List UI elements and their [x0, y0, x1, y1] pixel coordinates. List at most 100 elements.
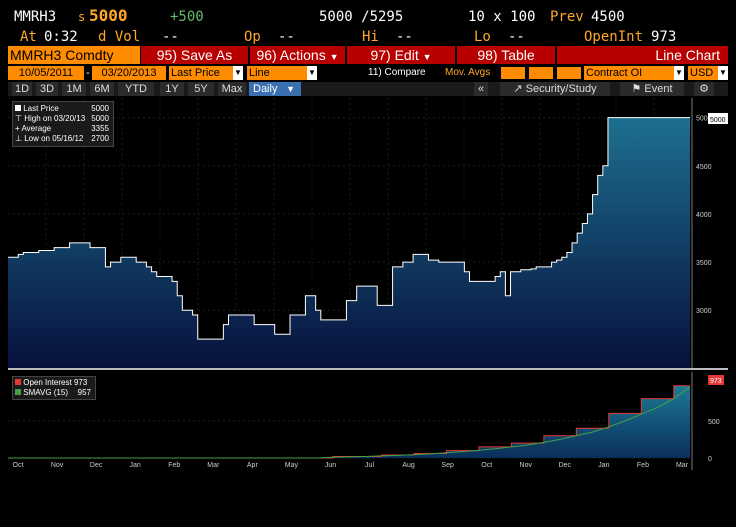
mov-avg-input-1[interactable] [501, 67, 525, 79]
start-date-field[interactable]: 10/05/2011 [8, 66, 84, 80]
price-change: +500 [170, 9, 204, 25]
date-separator: - [86, 67, 90, 79]
legend-row: SMAVG (15) 957 [15, 388, 93, 398]
compare-button[interactable]: 11) Compare [368, 66, 426, 80]
event-button[interactable]: ⚑ Event [620, 82, 684, 96]
security-study-button[interactable]: ↗ Security/Study [500, 82, 610, 96]
mov-avg-input-2[interactable] [529, 67, 553, 79]
x-tick-label: Feb [637, 462, 649, 469]
openint-label: OpenInt [584, 29, 644, 45]
x-tick-label: Mar [207, 462, 220, 469]
low-marker-icon: ⊥ [15, 134, 22, 143]
time-value: 0:32 [44, 29, 78, 45]
settings-button[interactable]: ⚙ [694, 82, 714, 96]
y-tick-label: 4500 [696, 164, 712, 171]
save-as-button[interactable]: 95) Save As [141, 46, 248, 64]
edit-button[interactable]: 97) Edit ▼ [347, 46, 455, 64]
legend-swatch [15, 379, 21, 385]
oi-last-tag-label: 973 [710, 378, 722, 385]
x-tick-label: Sep [441, 462, 454, 469]
table-label: 98) Table [477, 47, 535, 63]
range-1y-button[interactable]: 1Y [160, 82, 184, 96]
x-tick-label: May [285, 462, 299, 469]
dropdown-icon: ▼ [233, 66, 243, 80]
legend-label: Low on 05/16/12 [24, 134, 84, 143]
currency-label: USD [690, 67, 714, 79]
period-label: Daily [253, 83, 278, 95]
y-tick-label: 3500 [696, 260, 712, 267]
x-tick-label: Jun [325, 462, 336, 469]
x-tick-label: Dec [90, 462, 103, 469]
legend-value: 2700 [91, 134, 109, 143]
high-value: -- [396, 29, 413, 45]
lower-field-select[interactable]: Contract OI ▼ [584, 66, 684, 80]
dropdown-icon: ▼ [286, 84, 295, 94]
legend-row: Last Price 5000 [15, 104, 111, 114]
y-tick-label: 3000 [696, 308, 712, 315]
low-value: -- [508, 29, 525, 45]
chart-title: Line Chart [655, 47, 720, 63]
range-3d-button[interactable]: 3D [36, 82, 58, 96]
legend-value: 973 [73, 378, 88, 387]
prev-value: 4500 [591, 9, 625, 25]
footer-line-3 [14, 505, 26, 527]
flag-icon: ⚑ [631, 83, 642, 95]
lower-field-label: Contract OI [586, 67, 643, 79]
range-6m-button[interactable]: 6M [90, 82, 114, 96]
range-1d-button[interactable]: 1D [12, 82, 32, 96]
range-1m-button[interactable]: 1M [62, 82, 86, 96]
last-price: 5000 [89, 6, 128, 25]
average-marker-icon: + [15, 124, 20, 133]
last-price-tag: 5000 [708, 113, 728, 124]
legend-value: 5000 [91, 114, 109, 123]
save-as-label: 95) Save As [156, 47, 233, 63]
security-label: MMRH3 Comdty [10, 47, 114, 63]
dropdown-icon: ▼ [307, 66, 317, 80]
event-label: Event [644, 83, 673, 95]
legend-value: 5000 [91, 104, 109, 113]
actions-button[interactable]: 96) Actions ▼ [250, 46, 345, 64]
legend-label: SMAVG (15) [23, 388, 68, 397]
double-chevron-left-icon: « [477, 83, 485, 95]
security-study-label: Security/Study [525, 83, 597, 95]
x-tick-label: Nov [51, 462, 64, 469]
x-tick-label: Jul [365, 462, 374, 469]
bid-ask-size: 10 x 100 [468, 9, 536, 25]
open-interest-chart[interactable]: 500 0 973 Oct Nov Dec Jan Feb Mar Apr May Jun Jul A… [8, 372, 728, 470]
range-ytd-button[interactable]: YTD [118, 82, 154, 96]
legend-row: Open Interest 973 [15, 378, 93, 388]
x-tick-label: Oct [13, 462, 24, 469]
x-tick-label: Mar [676, 462, 689, 469]
currency-select[interactable]: USD ▼ [688, 66, 728, 80]
x-tick-label: Jan [130, 462, 141, 469]
last-price-tag-label: 5000 [710, 117, 726, 124]
security-field[interactable]: MMRH3 Comdty [8, 46, 140, 64]
legend-label: Open Interest [23, 378, 72, 387]
legend-label: Last Price [23, 104, 59, 113]
end-date-field[interactable]: 03/20/2013 [92, 66, 166, 80]
mov-avg-input-3[interactable] [557, 67, 581, 79]
x-tick-label: Oct [481, 462, 492, 469]
x-tick-label: Dec [559, 462, 572, 469]
range-max-button[interactable]: Max [218, 82, 246, 96]
table-button[interactable]: 98) Table [457, 46, 555, 64]
collapse-button[interactable]: « [474, 82, 488, 96]
bid-ask: 5000 /5295 [319, 9, 404, 25]
style-select[interactable]: Line ▼ [247, 66, 317, 80]
period-select[interactable]: Daily ▼ [249, 82, 301, 96]
legend-label: Average [21, 124, 52, 133]
line-chart-icon: ↗ [513, 83, 523, 95]
legend-row: + Average 3355 [15, 124, 111, 134]
y-tick-label: 500 [708, 419, 720, 426]
legend-value: 3355 [91, 124, 109, 133]
legend-value: 957 [77, 388, 91, 397]
range-5y-button[interactable]: 5Y [188, 82, 214, 96]
legend-label: High on 03/20/13 [24, 114, 86, 123]
dropdown-icon: ▼ [718, 66, 728, 80]
legend-swatch [15, 389, 21, 395]
field-select[interactable]: Last Price ▼ [169, 66, 243, 80]
main-chart[interactable]: 5000 4500 4000 3500 3000 5000 [8, 98, 728, 370]
legend-row: ⊤ High on 03/20/13 5000 [15, 114, 111, 124]
x-tick-label: Aug [402, 462, 415, 469]
x-tick-label: Jan [598, 462, 609, 469]
